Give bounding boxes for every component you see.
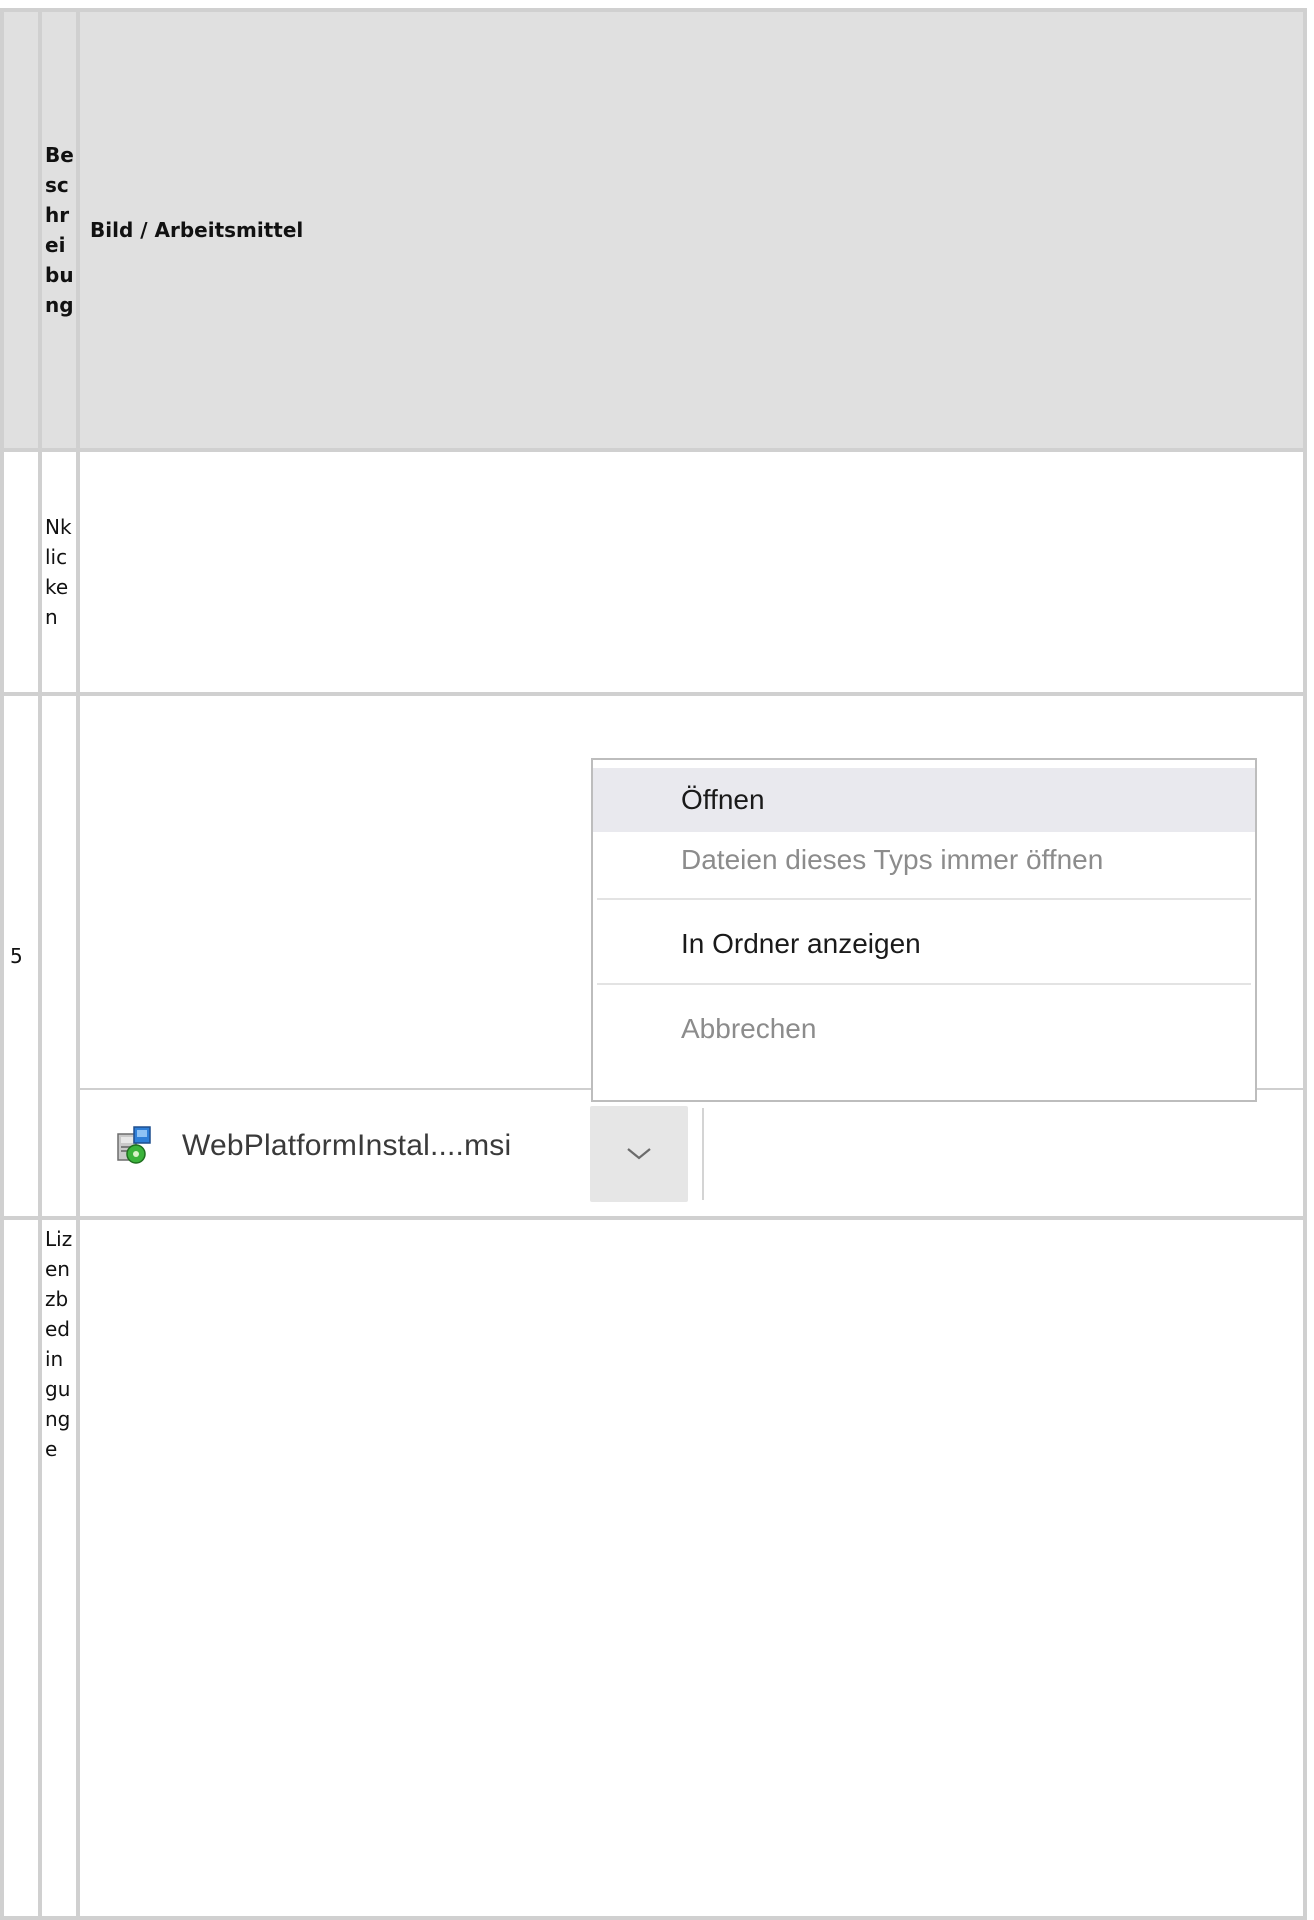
table-row: 5 WebPlatformInstal....msi Öffnen Dateie… [0,692,1307,1220]
header-image-cell: Bild / Arbeitsmittel [76,8,1307,452]
table-row: Nklicken [0,448,1307,696]
description-text: Nklicken [45,515,72,629]
header-step-cell [0,8,42,452]
menu-item-open[interactable]: Öffnen [593,768,1255,832]
menu-item-cancel[interactable]: Abbrechen [593,997,1255,1061]
step-cell [0,448,42,696]
description-cell: Lizenzbedingunge [38,1216,80,1920]
download-bar-separator [702,1108,704,1200]
step-cell [0,1216,42,1920]
description-text [42,952,78,960]
download-context-menu: Öffnen Dateien dieses Typs immer öffnen … [591,758,1257,1102]
table-row: Lizenzbedingunge [0,1216,1307,1920]
chevron-down-icon [626,1146,652,1162]
download-dropdown-button[interactable] [590,1106,688,1202]
menu-separator [597,898,1251,900]
menu-item-show-in-folder[interactable]: In Ordner anzeigen [593,912,1255,976]
header-image-label: Bild / Arbeitsmittel [90,218,304,242]
image-cell: WebPlatformInstal....msi Öffnen Dateien … [76,692,1307,1220]
msi-installer-icon [114,1124,158,1168]
download-item[interactable]: WebPlatformInstal....msi [114,1116,511,1176]
header-description-label: Beschreibung [45,143,74,317]
instruction-table: Beschreibung Bild / Arbeitsmittel Nklick… [0,8,1307,1920]
description-text: Lizenzbedingunge [45,1227,73,1461]
description-cell [38,692,80,1220]
step-number: 5 [10,944,23,968]
step-cell: 5 [0,692,42,1220]
image-cell [76,448,1307,696]
download-file-name: WebPlatformInstal....msi [182,1129,512,1162]
menu-separator [597,983,1251,985]
image-cell [76,1216,1307,1920]
header-description-cell: Beschreibung [38,8,80,452]
download-context-menu-screenshot: WebPlatformInstal....msi Öffnen Dateien … [80,696,1303,1216]
table-header-row: Beschreibung Bild / Arbeitsmittel [0,8,1307,452]
menu-item-always-open-type[interactable]: Dateien dieses Typs immer öffnen [593,828,1255,892]
description-cell: Nklicken [38,448,80,696]
